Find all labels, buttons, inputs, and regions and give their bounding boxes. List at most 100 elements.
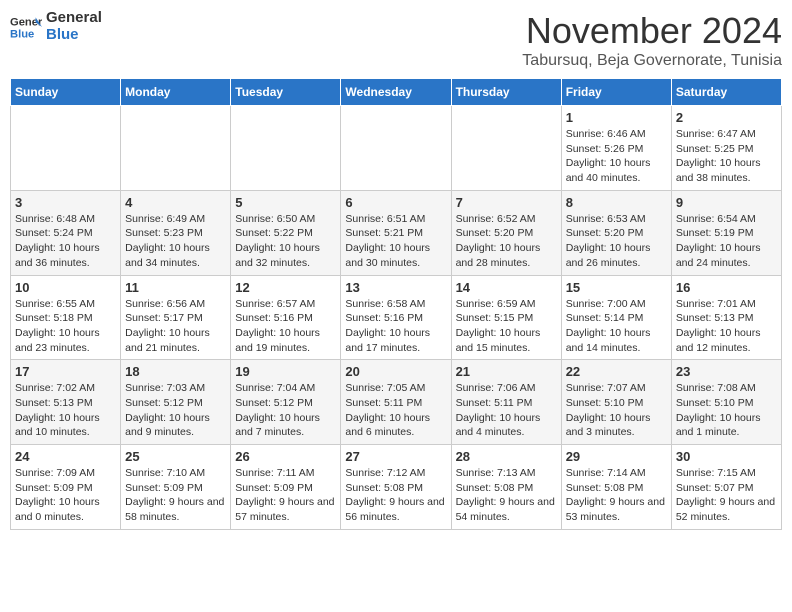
day-info: Sunrise: 6:58 AM Sunset: 5:16 PM Dayligh… [345, 297, 446, 356]
day-number: 22 [566, 364, 667, 379]
day-info: Sunrise: 7:04 AM Sunset: 5:12 PM Dayligh… [235, 381, 336, 440]
calendar-header-row: SundayMondayTuesdayWednesdayThursdayFrid… [11, 79, 782, 106]
day-number: 19 [235, 364, 336, 379]
calendar-cell: 11Sunrise: 6:56 AM Sunset: 5:17 PM Dayli… [121, 275, 231, 360]
calendar-cell: 6 Sunrise: 6:51 AM Sunset: 5:21 PM Daylig… [341, 190, 451, 275]
day-info: Sunrise: 6:48 AM Sunset: 5:24 PM Dayligh… [15, 212, 116, 271]
calendar-cell: 14 Sunrise: 6:59 AM Sunset: 5:15 PM Dayli… [451, 275, 561, 360]
calendar-cell: 9 Sunrise: 6:54 AM Sunset: 5:19 PM Daylig… [671, 190, 781, 275]
calendar-cell [231, 106, 341, 191]
day-number: 29 [566, 449, 667, 464]
calendar-cell: 10 Sunrise: 6:55 AM Sunset: 5:18 PM Dayli… [11, 275, 121, 360]
calendar-cell: 2 Sunrise: 6:47 AM Sunset: 5:25 PM Daylig… [671, 106, 781, 191]
calendar-cell: 5Sunrise: 6:50 AM Sunset: 5:22 PM Daylig… [231, 190, 341, 275]
day-number: 16 [676, 280, 777, 295]
calendar-cell: 25Sunrise: 7:10 AM Sunset: 5:09 PM Dayli… [121, 445, 231, 530]
day-info: Sunrise: 7:13 AM Sunset: 5:08 PM Dayligh… [456, 466, 557, 525]
day-info: Sunrise: 7:01 AM Sunset: 5:13 PM Dayligh… [676, 297, 777, 356]
calendar-cell: 18 Sunrise: 7:03 AM Sunset: 5:12 PM Dayli… [121, 360, 231, 445]
day-number: 7 [456, 195, 557, 210]
calendar-week-row: 1 Sunrise: 6:46 AM Sunset: 5:26 PM Daylig… [11, 106, 782, 191]
day-info: Sunrise: 6:46 AM Sunset: 5:26 PM Dayligh… [566, 127, 667, 186]
day-number: 3 [15, 195, 116, 210]
day-number: 18 [125, 364, 226, 379]
day-info: Sunrise: 7:07 AM Sunset: 5:10 PM Dayligh… [566, 381, 667, 440]
day-number: 17 [15, 364, 116, 379]
day-number: 20 [345, 364, 446, 379]
day-info: Sunrise: 7:11 AM Sunset: 5:09 PM Dayligh… [235, 466, 336, 525]
logo-icon: General Blue [10, 11, 42, 43]
calendar-cell [451, 106, 561, 191]
day-number: 6 [345, 195, 446, 210]
title-block: November 2024 Tabursuq, Beja Governorate… [522, 10, 782, 70]
calendar-cell: 28Sunrise: 7:13 AM Sunset: 5:08 PM Dayli… [451, 445, 561, 530]
weekday-header: Saturday [671, 79, 781, 106]
location-subtitle: Tabursuq, Beja Governorate, Tunisia [522, 52, 782, 70]
calendar-cell: 4 Sunrise: 6:49 AM Sunset: 5:23 PM Daylig… [121, 190, 231, 275]
day-info: Sunrise: 6:51 AM Sunset: 5:21 PM Dayligh… [345, 212, 446, 271]
day-info: Sunrise: 6:53 AM Sunset: 5:20 PM Dayligh… [566, 212, 667, 271]
day-number: 24 [15, 449, 116, 464]
day-info: Sunrise: 7:03 AM Sunset: 5:12 PM Dayligh… [125, 381, 226, 440]
day-info: Sunrise: 6:47 AM Sunset: 5:25 PM Dayligh… [676, 127, 777, 186]
day-info: Sunrise: 7:15 AM Sunset: 5:07 PM Dayligh… [676, 466, 777, 525]
calendar-cell: 3 Sunrise: 6:48 AM Sunset: 5:24 PM Daylig… [11, 190, 121, 275]
day-info: Sunrise: 6:52 AM Sunset: 5:20 PM Dayligh… [456, 212, 557, 271]
day-info: Sunrise: 7:06 AM Sunset: 5:11 PM Dayligh… [456, 381, 557, 440]
day-info: Sunrise: 6:57 AM Sunset: 5:16 PM Dayligh… [235, 297, 336, 356]
day-info: Sunrise: 7:05 AM Sunset: 5:11 PM Dayligh… [345, 381, 446, 440]
day-number: 23 [676, 364, 777, 379]
month-title: November 2024 [522, 10, 782, 52]
weekday-header: Friday [561, 79, 671, 106]
day-number: 5 [235, 195, 336, 210]
day-number: 2 [676, 110, 777, 125]
day-info: Sunrise: 6:49 AM Sunset: 5:23 PM Dayligh… [125, 212, 226, 271]
calendar-cell [341, 106, 451, 191]
logo-general: General [46, 10, 102, 27]
day-info: Sunrise: 7:14 AM Sunset: 5:08 PM Dayligh… [566, 466, 667, 525]
day-number: 1 [566, 110, 667, 125]
day-number: 9 [676, 195, 777, 210]
day-number: 25 [125, 449, 226, 464]
calendar-cell: 15Sunrise: 7:00 AM Sunset: 5:14 PM Dayli… [561, 275, 671, 360]
calendar-cell: 13 Sunrise: 6:58 AM Sunset: 5:16 PM Dayli… [341, 275, 451, 360]
calendar-cell: 23Sunrise: 7:08 AM Sunset: 5:10 PM Dayli… [671, 360, 781, 445]
day-number: 30 [676, 449, 777, 464]
day-info: Sunrise: 6:54 AM Sunset: 5:19 PM Dayligh… [676, 212, 777, 271]
weekday-header: Monday [121, 79, 231, 106]
calendar-cell: 22 Sunrise: 7:07 AM Sunset: 5:10 PM Dayli… [561, 360, 671, 445]
day-info: Sunrise: 7:02 AM Sunset: 5:13 PM Dayligh… [15, 381, 116, 440]
calendar-table: SundayMondayTuesdayWednesdayThursdayFrid… [10, 78, 782, 530]
logo-blue: Blue [46, 27, 102, 44]
day-number: 4 [125, 195, 226, 210]
calendar-cell: 27Sunrise: 7:12 AM Sunset: 5:08 PM Dayli… [341, 445, 451, 530]
calendar-cell: 8 Sunrise: 6:53 AM Sunset: 5:20 PM Daylig… [561, 190, 671, 275]
calendar-cell [11, 106, 121, 191]
day-number: 10 [15, 280, 116, 295]
calendar-cell: 7 Sunrise: 6:52 AM Sunset: 5:20 PM Daylig… [451, 190, 561, 275]
calendar-cell: 26 Sunrise: 7:11 AM Sunset: 5:09 PM Dayli… [231, 445, 341, 530]
calendar-cell [121, 106, 231, 191]
calendar-week-row: 24Sunrise: 7:09 AM Sunset: 5:09 PM Dayli… [11, 445, 782, 530]
calendar-cell: 29 Sunrise: 7:14 AM Sunset: 5:08 PM Dayli… [561, 445, 671, 530]
calendar-cell: 1 Sunrise: 6:46 AM Sunset: 5:26 PM Daylig… [561, 106, 671, 191]
calendar-cell: 20 Sunrise: 7:05 AM Sunset: 5:11 PM Dayli… [341, 360, 451, 445]
day-number: 12 [235, 280, 336, 295]
day-number: 8 [566, 195, 667, 210]
day-number: 21 [456, 364, 557, 379]
day-info: Sunrise: 6:55 AM Sunset: 5:18 PM Dayligh… [15, 297, 116, 356]
calendar-cell: 17 Sunrise: 7:02 AM Sunset: 5:13 PM Dayli… [11, 360, 121, 445]
svg-text:Blue: Blue [10, 28, 34, 40]
day-number: 13 [345, 280, 446, 295]
day-number: 15 [566, 280, 667, 295]
calendar-cell: 12 Sunrise: 6:57 AM Sunset: 5:16 PM Dayli… [231, 275, 341, 360]
day-number: 27 [345, 449, 446, 464]
weekday-header: Tuesday [231, 79, 341, 106]
day-number: 14 [456, 280, 557, 295]
weekday-header: Thursday [451, 79, 561, 106]
calendar-week-row: 17 Sunrise: 7:02 AM Sunset: 5:13 PM Dayli… [11, 360, 782, 445]
day-number: 11 [125, 280, 226, 295]
calendar-cell: 19 Sunrise: 7:04 AM Sunset: 5:12 PM Dayli… [231, 360, 341, 445]
day-number: 26 [235, 449, 336, 464]
day-info: Sunrise: 6:59 AM Sunset: 5:15 PM Dayligh… [456, 297, 557, 356]
